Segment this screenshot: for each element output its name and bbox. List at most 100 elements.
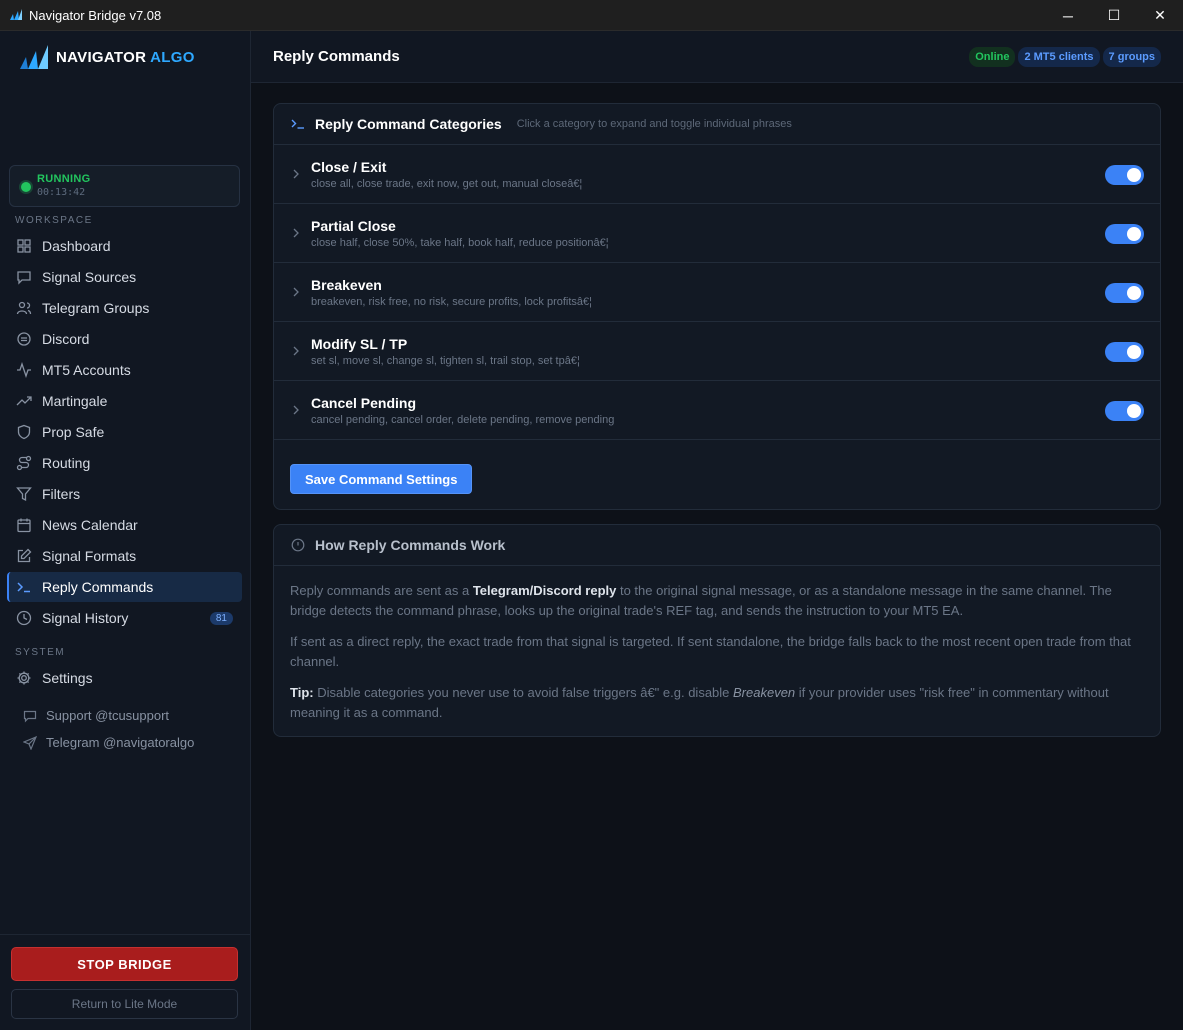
sidebar-item-label: MT5 Accounts [42,362,131,378]
sidebar-item-mt5-accounts[interactable]: MT5 Accounts [7,355,242,385]
sidebar-item-signal-formats[interactable]: Signal Formats [7,541,242,571]
category-name: Partial Close [311,218,396,234]
category-toggle[interactable] [1105,224,1144,244]
edit-icon [17,548,32,563]
bridge-uptime: 00:13:42 [37,187,86,198]
sidebar-item-routing[interactable]: Routing [7,448,242,478]
sidebar-item-martingale[interactable]: Martingale [7,386,242,416]
gear-icon [17,671,31,685]
save-command-settings-button[interactable]: Save Command Settings [290,464,473,494]
sidebar-item-signal-sources[interactable]: Signal Sources [7,262,242,292]
category-name: Cancel Pending [311,395,417,411]
bridge-state: RUNNING [37,173,91,185]
category-toggle[interactable] [1105,165,1144,185]
sidebar-item-label: Routing [42,455,91,471]
message-square-icon [17,271,31,285]
status-dot-icon [21,182,31,192]
app-logo-icon [10,9,22,20]
mt5-clients-badge: 2 MT5 clients [1018,47,1100,67]
help-body: Reply commands are sent as a Telegram/Di… [274,566,1160,723]
status-badges: Online 2 MT5 clients 7 groups [969,47,1161,67]
sidebar: NAVIGATOR ALGO RUNNING 00:13:42 WORKSPAC… [0,31,251,1030]
activity-icon [17,362,31,378]
page-title: Reply Commands [273,48,400,65]
category-name: Breakeven [311,277,382,293]
users-icon [16,301,32,315]
sidebar-item-news-calendar[interactable]: News Calendar [7,510,242,540]
category-row-cancel-pending[interactable]: Cancel Pending cancel pending, cancel or… [274,381,1160,440]
sidebar-item-settings[interactable]: Settings [7,663,242,693]
category-row-modify-sl-tp[interactable]: Modify SL / TP set sl, move sl, change s… [274,322,1160,381]
chevron-right-icon[interactable] [291,345,301,357]
chevron-right-icon[interactable] [291,168,301,180]
sidebar-item-label: Settings [42,670,93,686]
maximize-button[interactable]: ☐ [1091,0,1137,31]
category-toggle[interactable] [1105,401,1144,421]
panel-header: Reply Command Categories Click a categor… [274,104,1160,145]
category-toggle[interactable] [1105,342,1144,362]
brand-name: NAVIGATOR ALGO [56,48,195,66]
toggle-knob [1127,227,1141,241]
filter-icon [16,487,32,502]
category-phrases: set sl, move sl, change sl, tighten sl, … [311,355,580,367]
calendar-icon [17,518,31,533]
sidebar-item-discord[interactable]: Discord [7,324,242,354]
sidebar-item-label: Signal Formats [42,548,137,564]
main-header: Reply Commands Online 2 MT5 clients 7 gr… [251,31,1183,83]
chevron-right-icon[interactable] [291,286,301,298]
category-phrases: close half, close 50%, take half, book h… [311,237,609,249]
window-title: Navigator Bridge v7.08 [29,7,162,23]
lite-mode-button[interactable]: Return to Lite Mode [11,989,238,1019]
sidebar-item-dashboard[interactable]: Dashboard [7,231,242,261]
help-tip: Tip: Disable categories you never use to… [290,685,1109,720]
sidebar-item-prop-safe[interactable]: Prop Safe [7,417,242,447]
terminal-icon [291,119,304,129]
category-row-close-exit[interactable]: Close / Exit close all, close trade, exi… [274,145,1160,204]
panel-title: Reply Command Categories [315,116,502,132]
sidebar-item-label: News Calendar [42,517,138,533]
sidebar-item-signal-history[interactable]: Signal History 81 [7,603,242,633]
online-badge: Online [969,47,1016,67]
toggle-knob [1127,286,1141,300]
brand-logo-icon [20,45,48,69]
shield-icon [17,424,31,440]
category-phrases: breakeven, risk free, no risk, secure pr… [311,296,593,308]
groups-badge: 7 groups [1102,47,1161,67]
category-phrases: cancel pending, cancel order, delete pen… [311,414,615,426]
category-row-partial-close[interactable]: Partial Close close half, close 50%, tak… [274,204,1160,263]
brand-logo: NAVIGATOR ALGO [18,43,195,71]
message-square-icon [23,710,37,722]
close-window-button[interactable]: ✕ [1137,0,1183,31]
sidebar-item-label: Telegram Groups [42,300,150,316]
sidebar-item-label: Discord [42,331,90,347]
help-paragraph: Reply commands are sent as a Telegram/Di… [290,583,1112,618]
panel-title: How Reply Commands Work [315,537,506,553]
category-toggle[interactable] [1105,283,1144,303]
sidebar-item-filters[interactable]: Filters [7,479,242,509]
sidebar-item-label: Reply Commands [42,579,154,595]
minimize-button[interactable]: ─ [1045,0,1091,31]
trending-up-icon [16,396,32,406]
telegram-link[interactable]: Telegram @navigatoralgo [23,735,194,750]
toggle-knob [1127,168,1141,182]
info-circle-icon [291,538,305,552]
category-name: Modify SL / TP [311,336,408,352]
category-phrases: close all, close trade, exit now, get ou… [311,178,583,190]
chevron-right-icon[interactable] [291,227,301,239]
sidebar-item-reply-commands[interactable]: Reply Commands [7,572,242,602]
stop-bridge-button[interactable]: STOP BRIDGE [11,947,238,981]
help-paragraph: If sent as a direct reply, the exact tra… [290,634,1131,669]
category-row-breakeven[interactable]: Breakeven breakeven, risk free, no risk,… [274,263,1160,322]
sidebar-item-label: Filters [42,486,81,502]
chevron-right-icon[interactable] [291,404,301,416]
sidebar-item-telegram-groups[interactable]: Telegram Groups [7,293,242,323]
reply-command-categories-panel: Reply Command Categories Click a categor… [273,103,1161,510]
panel-hint: Click a category to expand and toggle in… [516,118,792,130]
sidebar-item-label: Prop Safe [42,424,105,440]
grid-icon [17,239,31,253]
support-link[interactable]: Support @tcusupport [23,708,169,723]
sidebar-item-label: Signal History [42,610,129,626]
sidebar-divider [0,934,250,935]
bridge-status-card: RUNNING 00:13:42 [9,165,240,207]
sidebar-item-label: Martingale [42,393,108,409]
